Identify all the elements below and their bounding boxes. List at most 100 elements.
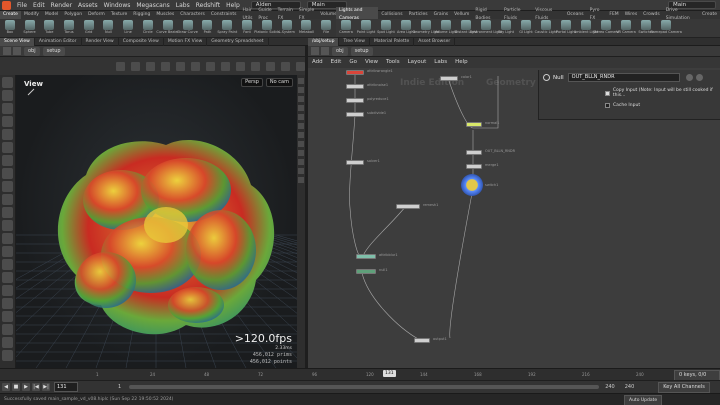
display-option-icon[interactable] — [298, 114, 304, 120]
display-option-icon[interactable] — [298, 78, 304, 84]
network-node[interactable] — [346, 84, 364, 89]
network-node[interactable] — [346, 160, 364, 165]
step-forward-icon[interactable]: ▶| — [42, 383, 50, 391]
viewport-tool-icon[interactable] — [2, 350, 13, 361]
display-option-icon[interactable] — [298, 105, 304, 111]
selected-node-highlight[interactable] — [461, 174, 483, 196]
shelf-tool[interactable]: Font — [237, 19, 257, 38]
network-node[interactable] — [466, 122, 482, 127]
back-icon[interactable] — [3, 47, 11, 55]
forward-icon[interactable] — [13, 47, 21, 55]
camera-menu[interactable]: No cam — [265, 78, 293, 87]
viewport-tool-icon[interactable] — [2, 246, 13, 257]
viewport-tool-icon[interactable] — [2, 142, 13, 153]
auto-update-menu[interactable]: Auto Update — [624, 395, 663, 405]
viewport-tool-icon[interactable] — [2, 116, 13, 127]
viewport-toolbar-icon[interactable] — [221, 61, 230, 71]
range-start[interactable]: 1 — [118, 384, 121, 390]
current-frame-marker[interactable]: 131 — [383, 370, 396, 377]
range-slider[interactable] — [129, 385, 600, 389]
range-end[interactable]: 240 — [605, 384, 615, 390]
shelf-tool[interactable]: Spray Paint — [217, 19, 237, 38]
network-node[interactable] — [396, 204, 420, 209]
viewport-tool-icon[interactable] — [2, 311, 13, 322]
pane-tab[interactable]: Tree View — [339, 37, 370, 46]
viewport-tool-icon[interactable] — [2, 90, 13, 101]
network-node[interactable] — [466, 150, 482, 155]
viewport-tool-icon[interactable] — [2, 129, 13, 140]
copy-input-checkbox[interactable] — [605, 90, 610, 96]
breadcrumb-obj[interactable]: obj — [332, 46, 348, 56]
shelf-tool[interactable]: Curve Bezier — [156, 19, 179, 38]
shelf-tool[interactable]: Area Light — [396, 19, 416, 38]
shelf-tab[interactable]: Create — [699, 11, 720, 19]
net-menu-add[interactable]: Add — [308, 57, 327, 68]
viewport-tool-icon[interactable] — [2, 181, 13, 192]
shelf-tool[interactable]: Grid — [79, 19, 99, 38]
scene-viewport[interactable]: View Persp No cam >120.0fps 2.33ms 456,0… — [16, 75, 297, 368]
viewport-toolbar-icon[interactable] — [131, 61, 140, 71]
pane-tab[interactable]: Scene View — [0, 37, 35, 46]
viewport-toolbar-icon[interactable] — [176, 61, 185, 71]
shelf-tool[interactable]: Gamepad Camera — [650, 19, 682, 38]
display-option-icon[interactable] — [298, 132, 304, 138]
shelf-tool[interactable]: Distant Light — [455, 19, 477, 38]
viewport-toolbar-icon[interactable] — [161, 61, 170, 71]
net-menu-go[interactable]: Go — [345, 57, 361, 68]
pane-tab[interactable]: /obj/setup — [308, 37, 340, 46]
net-menu-labs[interactable]: Labs — [430, 57, 451, 68]
net-menu-layout[interactable]: Layout — [404, 57, 431, 68]
pane-tab[interactable]: Animation Editor — [35, 37, 82, 46]
shelf-tool[interactable]: Switcher — [636, 19, 656, 38]
viewport-toolbar-icon[interactable] — [281, 61, 290, 71]
viewport-tool-icon[interactable] — [2, 298, 13, 309]
display-option-icon[interactable] — [298, 168, 304, 174]
shelf-tool[interactable]: Geometry Light — [412, 19, 440, 38]
shelf-tool[interactable]: Camera — [336, 19, 356, 38]
pane-tab[interactable]: Asset Browser — [414, 37, 456, 46]
shelf-tool[interactable]: Null — [99, 19, 119, 38]
shelf-tool[interactable]: Tube — [39, 19, 59, 38]
pane-tab[interactable]: Render View — [82, 37, 119, 46]
stop-icon[interactable]: ■ — [12, 383, 20, 391]
viewport-tool-icon[interactable] — [2, 168, 13, 179]
shelf-tool[interactable]: L-System — [277, 19, 297, 38]
display-option-icon[interactable] — [298, 159, 304, 165]
global-end[interactable]: 240 — [625, 384, 635, 390]
net-menu-edit[interactable]: Edit — [327, 57, 346, 68]
back-icon[interactable] — [311, 47, 319, 55]
shelf-tool[interactable]: Line — [118, 19, 138, 38]
network-node[interactable] — [466, 164, 482, 169]
pane-tab[interactable]: Material Palette — [370, 37, 415, 46]
display-option-icon[interactable] — [298, 141, 304, 147]
breadcrumb-setup[interactable]: setup — [42, 46, 65, 56]
shelf-tool[interactable]: Ambient Light — [574, 19, 598, 38]
viewport-toolbar-icon[interactable] — [116, 61, 125, 71]
breadcrumb-obj[interactable]: obj — [24, 46, 40, 56]
viewport-tool-icon[interactable] — [2, 285, 13, 296]
shelf-tool[interactable]: Torus — [59, 19, 79, 38]
forward-icon[interactable] — [321, 47, 329, 55]
display-option-icon[interactable] — [298, 96, 304, 102]
network-node[interactable] — [346, 70, 364, 75]
viewport-toolbar-icon[interactable] — [236, 61, 245, 71]
viewport-tool-icon[interactable] — [2, 324, 13, 335]
display-option-icon[interactable] — [298, 177, 304, 183]
shelf-tool[interactable]: Point Light — [356, 19, 376, 38]
viewport-toolbar-icon[interactable] — [266, 61, 275, 71]
shelf-tool[interactable]: Spot Light — [376, 19, 396, 38]
breadcrumb-setup[interactable]: setup — [350, 46, 373, 56]
viewport-tool-icon[interactable] — [2, 337, 13, 348]
shelf-tool[interactable]: Metaball — [297, 19, 317, 38]
current-frame-field[interactable]: 131 — [54, 382, 78, 392]
viewport-tool-icon[interactable] — [2, 103, 13, 114]
pane-tab[interactable]: Motion FX View — [164, 37, 208, 46]
viewport-toolbar-icon[interactable] — [206, 61, 215, 71]
network-node[interactable] — [440, 76, 458, 81]
shelf-tool[interactable]: Stereo Camera — [593, 19, 619, 38]
shelf-tool[interactable]: VR Camera — [616, 19, 636, 38]
network-node[interactable] — [356, 254, 376, 259]
shelf-tool[interactable]: GI Light — [516, 19, 536, 38]
viewport-tool-icon[interactable] — [2, 220, 13, 231]
pane-tab[interactable]: Geometry Spreadsheet — [207, 37, 269, 46]
